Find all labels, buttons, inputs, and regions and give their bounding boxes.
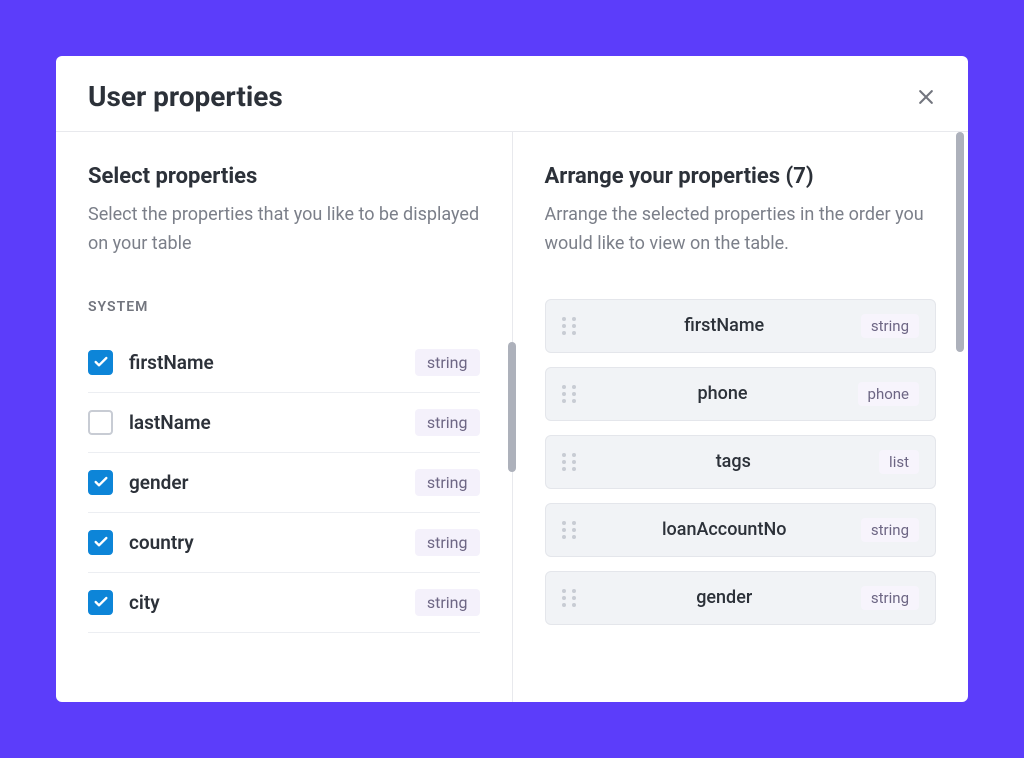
drag-handle-icon[interactable] [562,317,580,335]
arrange-item-type: string [861,586,919,610]
checkbox-firstname[interactable] [88,350,113,375]
section-label-system: SYSTEM [88,299,480,315]
property-row: lastName string [88,393,480,453]
arrange-item[interactable]: gender string [545,571,937,625]
arrange-item-name: gender [588,587,861,608]
type-badge: string [415,349,480,376]
property-row: city string [88,573,480,633]
property-row: country string [88,513,480,573]
drag-handle-icon[interactable] [562,385,580,403]
modal-title: User properties [88,80,283,113]
arrange-item-name: phone [588,383,858,404]
arrange-item-type: list [879,450,919,474]
checkbox-lastname[interactable] [88,410,113,435]
arrange-item-name: firstName [588,315,861,336]
drag-handle-icon[interactable] [562,453,580,471]
arrange-item-name: tags [588,451,880,472]
arrange-subtext: Arrange the selected properties in the o… [545,201,937,259]
right-scrollbar[interactable] [956,132,964,352]
drag-handle-icon[interactable] [562,589,580,607]
type-badge: string [415,469,480,496]
arrange-properties-panel: Arrange your properties (7) Arrange the … [513,132,969,702]
arrange-item-type: string [861,518,919,542]
select-heading: Select properties [88,164,480,189]
arrange-item[interactable]: tags list [545,435,937,489]
checkbox-gender[interactable] [88,470,113,495]
type-badge: string [415,589,480,616]
arrange-heading: Arrange your properties (7) [545,164,937,189]
type-badge: string [415,409,480,436]
arrange-item-type: phone [858,382,919,406]
arrange-item-type: string [861,314,919,338]
user-properties-modal: User properties Select properties Select… [56,56,968,702]
property-name: country [129,531,415,554]
drag-handle-icon[interactable] [562,521,580,539]
modal-body: Select properties Select the properties … [56,132,968,702]
close-icon[interactable] [916,87,936,107]
arrange-item-name: loanAccountNo [588,519,861,540]
arrange-item[interactable]: firstName string [545,299,937,353]
property-row: gender string [88,453,480,513]
property-row: firstName string [88,333,480,393]
property-name: lastName [129,411,415,434]
property-name: gender [129,471,415,494]
property-list: firstName string lastName string gender … [88,333,480,633]
arrange-list: firstName string phone phone tags list l… [545,299,937,625]
modal-header: User properties [56,56,968,132]
checkbox-city[interactable] [88,590,113,615]
select-subtext: Select the properties that you like to b… [88,201,480,259]
property-name: city [129,591,415,614]
property-name: firstName [129,351,415,374]
checkbox-country[interactable] [88,530,113,555]
arrange-item[interactable]: phone phone [545,367,937,421]
arrange-item[interactable]: loanAccountNo string [545,503,937,557]
select-properties-panel: Select properties Select the properties … [56,132,513,702]
type-badge: string [415,529,480,556]
